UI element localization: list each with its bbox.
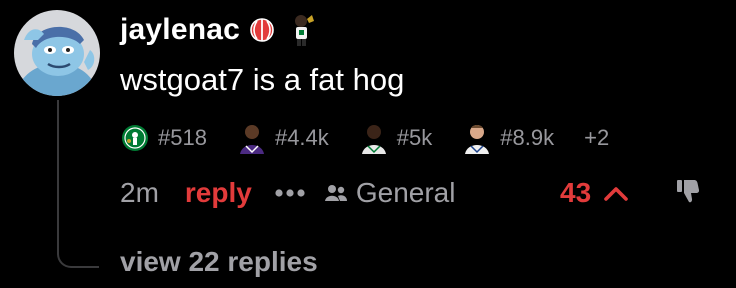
celtics-logo-icon (120, 122, 150, 154)
flair-row: #518 #4.4k #5k #8.9k +2 (120, 120, 609, 156)
player-trophy-badge-icon (288, 13, 316, 47)
flair-item[interactable]: #518 (120, 122, 207, 154)
flair-item[interactable]: #5k (359, 122, 432, 154)
channel-tag[interactable]: General (324, 177, 456, 209)
vote-controls: 43 (560, 172, 629, 214)
people-icon (324, 183, 348, 203)
flair-rank: #8.9k (500, 125, 555, 150)
upvote-chevron-icon[interactable] (603, 184, 629, 202)
flair-item[interactable]: #8.9k (462, 122, 554, 154)
comment-body: wstgoat7 is a fat hog (120, 62, 405, 97)
flair-rank: #5k (396, 125, 433, 150)
player-headshot-icon (359, 122, 389, 154)
username[interactable]: jaylenac (120, 13, 240, 47)
flair-rank: #4.4k (274, 125, 329, 150)
reply-button[interactable]: reply (185, 177, 252, 209)
thumbs-down-icon[interactable] (676, 178, 700, 204)
vote-count: 43 (560, 177, 592, 208)
channel-label: General (355, 177, 456, 208)
thread-line (57, 100, 99, 268)
comment-timestamp: 2m (120, 177, 159, 208)
user-avatar[interactable] (14, 10, 100, 96)
more-options-icon[interactable] (274, 188, 306, 198)
flair-item[interactable]: #4.4k (237, 122, 329, 154)
flair-more-count[interactable]: +2 (584, 125, 609, 151)
player-headshot-icon (462, 122, 492, 154)
flair-rank: #518 (158, 125, 207, 150)
player-headshot-icon (237, 122, 267, 154)
basketball-badge-icon (250, 18, 274, 42)
view-replies-link[interactable]: view 22 replies (120, 246, 318, 278)
comment-actions: 2m reply General (120, 172, 455, 214)
comment-header: jaylenac (120, 12, 316, 48)
